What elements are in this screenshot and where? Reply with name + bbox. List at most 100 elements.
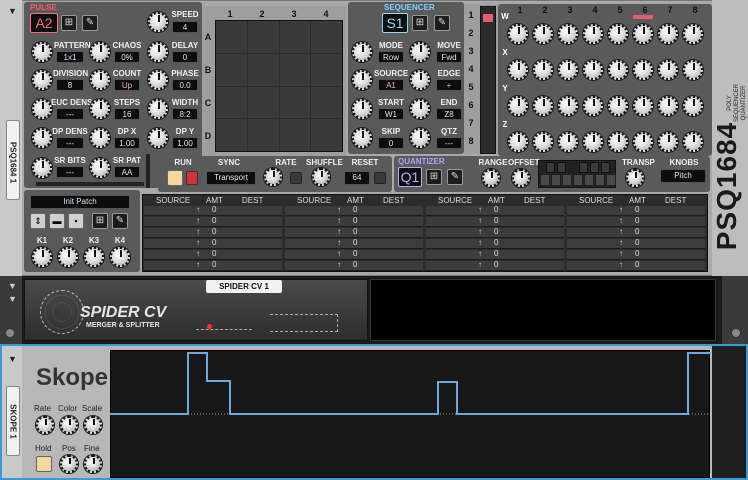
matrix-amt-value[interactable]: 0 <box>635 238 639 247</box>
k3-knob[interactable] <box>84 247 104 267</box>
matrix-amt-value[interactable]: 0 <box>353 227 357 236</box>
step-knob-z2[interactable] <box>533 132 553 152</box>
step-knob-x6[interactable] <box>633 60 653 80</box>
dpx-knob[interactable] <box>90 128 110 148</box>
matrix-amt-value[interactable]: 0 <box>635 205 639 214</box>
patch-save-icon[interactable]: ▪ <box>68 213 84 229</box>
step-knob-y8[interactable] <box>683 96 703 116</box>
scale-key[interactable] <box>595 174 605 186</box>
move-knob[interactable] <box>410 42 430 62</box>
reset-button[interactable] <box>374 172 386 184</box>
matrix-amt-value[interactable]: 0 <box>212 227 216 236</box>
step-knob-y4[interactable] <box>583 96 603 116</box>
matrix-amt-value[interactable]: 0 <box>353 205 357 214</box>
matrix-amt-value[interactable]: 0 <box>353 216 357 225</box>
patch-wrench-icon[interactable]: ✎ <box>112 213 128 229</box>
sequencer-wrench-icon[interactable]: ✎ <box>434 15 450 31</box>
dpy-knob[interactable] <box>148 128 168 148</box>
step-knob-z6[interactable] <box>633 132 653 152</box>
scale-key-sharp[interactable] <box>546 162 555 173</box>
step-knob-z3[interactable] <box>558 132 578 152</box>
delay-knob[interactable] <box>148 42 168 62</box>
skope-fine-knob[interactable] <box>84 455 102 473</box>
step-knob-x2[interactable] <box>533 60 553 80</box>
matrix-amt-value[interactable]: 0 <box>494 238 498 247</box>
matrix-amt-value[interactable]: 0 <box>353 249 357 258</box>
quantizer-wrench-icon[interactable]: ✎ <box>447 169 463 185</box>
step-knob-z4[interactable] <box>583 132 603 152</box>
scale-key[interactable] <box>562 174 572 186</box>
step-knob-y3[interactable] <box>558 96 578 116</box>
scale-key-sharp[interactable] <box>557 162 566 173</box>
step-knob-w2[interactable] <box>533 24 553 44</box>
pad-grid[interactable] <box>215 20 343 152</box>
step-knob-w4[interactable] <box>583 24 603 44</box>
step-knob-x3[interactable] <box>558 60 578 80</box>
source-knob[interactable] <box>352 70 372 90</box>
scale-key[interactable] <box>573 174 583 186</box>
patch-name-display[interactable]: Init Patch <box>30 195 130 209</box>
skope-hold-button[interactable] <box>36 456 52 472</box>
matrix-amt-value[interactable]: 0 <box>635 227 639 236</box>
run-button[interactable] <box>167 170 183 186</box>
step-knob-w7[interactable] <box>658 24 678 44</box>
step-knob-x4[interactable] <box>583 60 603 80</box>
division-knob[interactable] <box>32 70 52 90</box>
step-knob-z1[interactable] <box>508 132 528 152</box>
sync-value[interactable]: Transport <box>206 171 256 185</box>
patch-updown-icon[interactable]: ⇕ <box>30 213 46 229</box>
eucdens-knob[interactable] <box>32 99 52 119</box>
start-knob[interactable] <box>352 99 372 119</box>
reset-value[interactable]: 64 <box>344 171 370 185</box>
step-knob-y7[interactable] <box>658 96 678 116</box>
step-knob-y2[interactable] <box>533 96 553 116</box>
skope-rate-knob[interactable] <box>36 416 54 434</box>
matrix-amt-value[interactable]: 0 <box>635 216 639 225</box>
vertical-step-column[interactable] <box>480 6 496 154</box>
rate-mode-button[interactable] <box>290 172 302 184</box>
matrix-amt-value[interactable]: 0 <box>212 260 216 269</box>
scale-key[interactable] <box>540 174 550 186</box>
patch-load-icon[interactable]: ▬ <box>49 213 65 229</box>
steps-knob[interactable] <box>90 99 110 119</box>
srpat-knob[interactable] <box>90 158 110 178</box>
quantizer-grid-button[interactable]: ⊞ <box>426 169 442 185</box>
matrix-amt-value[interactable]: 0 <box>494 227 498 236</box>
pulse-patch-display[interactable]: A2 <box>30 13 58 33</box>
step-knob-x7[interactable] <box>658 60 678 80</box>
matrix-amt-value[interactable]: 0 <box>635 249 639 258</box>
skope-color-knob[interactable] <box>60 416 78 434</box>
pulse-grid-button[interactable]: ⊞ <box>61 15 77 31</box>
rate-knob[interactable] <box>264 168 282 186</box>
scale-key[interactable] <box>606 174 616 186</box>
edge-knob[interactable] <box>410 70 430 90</box>
count-knob[interactable] <box>90 70 110 90</box>
step-knob-z8[interactable] <box>683 132 703 152</box>
step-knob-w5[interactable] <box>608 24 628 44</box>
k1-knob[interactable] <box>32 247 52 267</box>
chaos-knob[interactable] <box>90 42 110 62</box>
step-knob-w8[interactable] <box>683 24 703 44</box>
scale-key[interactable] <box>551 174 561 186</box>
knobs-mode-value[interactable]: Pitch <box>660 169 706 183</box>
sequencer-grid-button[interactable]: ⊞ <box>412 15 428 31</box>
step-knob-x8[interactable] <box>683 60 703 80</box>
phase-knob[interactable] <box>148 70 168 90</box>
patch-grid-button[interactable]: ⊞ <box>92 213 108 229</box>
step-knob-w3[interactable] <box>558 24 578 44</box>
matrix-amt-value[interactable]: 0 <box>494 260 498 269</box>
scale-key-sharp[interactable] <box>579 162 588 173</box>
step-knob-w6[interactable] <box>633 24 653 44</box>
speed-knob[interactable] <box>148 12 168 32</box>
skope-fold-icon[interactable]: ▼ <box>8 354 17 364</box>
offset-knob[interactable] <box>512 169 530 187</box>
step-knob-z7[interactable] <box>658 132 678 152</box>
step-knob-x5[interactable] <box>608 60 628 80</box>
scale-key[interactable] <box>584 174 594 186</box>
step-knob-w1[interactable] <box>508 24 528 44</box>
k2-knob[interactable] <box>58 247 78 267</box>
transp-knob[interactable] <box>626 169 644 187</box>
matrix-amt-value[interactable]: 0 <box>494 205 498 214</box>
sequencer-patch-display[interactable]: S1 <box>382 13 408 33</box>
pulse-wrench-icon[interactable]: ✎ <box>82 15 98 31</box>
